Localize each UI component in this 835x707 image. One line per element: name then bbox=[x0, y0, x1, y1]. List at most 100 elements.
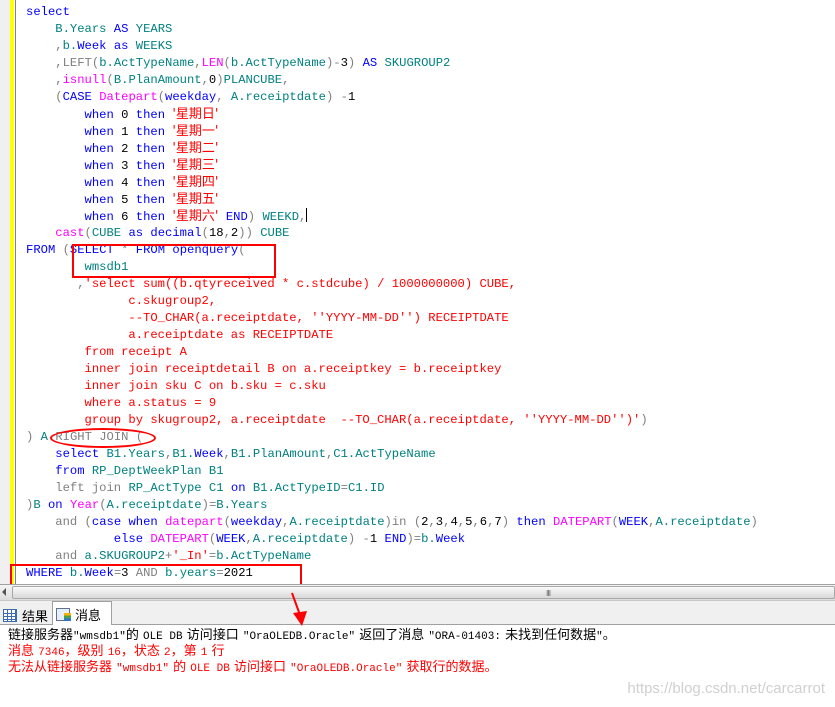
code-token: ( bbox=[157, 90, 166, 104]
code-token: 1 bbox=[347, 90, 356, 104]
tab-messages[interactable]: 消息 bbox=[52, 601, 112, 626]
code-token: A bbox=[40, 430, 48, 444]
scrollbar-thumb[interactable]: III bbox=[12, 586, 835, 599]
code-token: , bbox=[201, 73, 209, 87]
code-token: = bbox=[216, 566, 224, 580]
code-line: group by skugroup2, a.receiptdate --TO_C… bbox=[26, 412, 758, 429]
code-line: when 0 then '星期日' bbox=[26, 106, 758, 123]
code-token: cast bbox=[55, 226, 85, 240]
code-token: PLANCUBE bbox=[223, 73, 283, 87]
sql-code[interactable]: select B.Years AS YEARS ,b.Week as WEEKS… bbox=[26, 4, 758, 582]
code-token: '星期三' bbox=[172, 158, 219, 173]
code-token: ( bbox=[106, 73, 114, 87]
code-token: on bbox=[47, 498, 63, 512]
code-token: , bbox=[282, 73, 290, 87]
code-token: DATEPART bbox=[150, 532, 209, 546]
code-line: )B on Year(A.receiptdate)=B.Years bbox=[26, 497, 758, 514]
sql-query-editor[interactable]: select B.Years AS YEARS ,b.Week as WEEKS… bbox=[0, 0, 835, 584]
code-line: ,'select sum((b.qtyreceived * c.stdcube)… bbox=[26, 276, 758, 293]
code-token: A.receiptdate bbox=[289, 515, 385, 529]
code-token: WEEK bbox=[216, 532, 246, 546]
code-token: when bbox=[84, 210, 114, 224]
code-token: A.receiptdate bbox=[106, 498, 202, 512]
code-token: B bbox=[33, 498, 41, 512]
message-text: OLE DB bbox=[142, 631, 183, 643]
code-token: B.Years bbox=[55, 22, 107, 36]
code-token: B1. bbox=[172, 447, 195, 461]
code-token: B1 bbox=[208, 464, 224, 478]
code-token: ) bbox=[501, 515, 510, 529]
code-token: ( bbox=[135, 430, 144, 444]
message-text: 访问接口 bbox=[182, 628, 243, 643]
tab-results[interactable]: 结果 bbox=[0, 604, 52, 626]
code-token: C1 bbox=[208, 481, 224, 495]
message-text: "OraOLEDB.Oracle" bbox=[290, 663, 403, 675]
code-line: B.Years AS YEARS bbox=[26, 21, 758, 38]
code-token: 6 bbox=[479, 515, 488, 529]
code-token: select bbox=[26, 5, 70, 19]
code-token: B1.PlanAmount bbox=[230, 447, 326, 461]
code-token: b. bbox=[421, 532, 436, 546]
horizontal-scrollbar[interactable]: III bbox=[0, 584, 835, 600]
code-token: CUBE bbox=[260, 226, 290, 240]
code-token: when bbox=[128, 515, 158, 529]
code-line: when 3 then '星期三' bbox=[26, 157, 758, 174]
code-token: , bbox=[55, 39, 63, 53]
code-token: Week bbox=[84, 566, 114, 580]
code-token: wmsdb1 bbox=[84, 260, 129, 274]
code-token: , bbox=[55, 73, 63, 87]
message-text: 的 bbox=[168, 660, 191, 675]
code-line: ,b.Week as WEEKS bbox=[26, 38, 758, 55]
code-token: B1.ActTypeID bbox=[252, 481, 341, 495]
code-token: b.ActTypeName bbox=[216, 549, 312, 563]
code-token: when bbox=[84, 125, 114, 139]
scroll-left-arrow-icon[interactable] bbox=[2, 588, 6, 596]
code-token: WHERE bbox=[26, 566, 63, 580]
code-token: and bbox=[55, 515, 78, 529]
code-token: , bbox=[299, 210, 307, 224]
code-token: RP_ActType bbox=[128, 481, 202, 495]
code-token: then bbox=[135, 176, 166, 190]
code-token: B1.Years bbox=[106, 447, 165, 461]
code-line: inner join sku C on b.sku = c.sku bbox=[26, 378, 758, 395]
code-line: when 6 then '星期六' END) WEEKD, bbox=[26, 208, 758, 225]
code-token: , bbox=[223, 447, 231, 461]
code-token: b. bbox=[69, 566, 85, 580]
code-line: when 4 then '星期四' bbox=[26, 174, 758, 191]
gutter-divider bbox=[15, 0, 16, 584]
code-token: Datepart bbox=[99, 90, 158, 104]
code-line: c.skugroup2, bbox=[26, 293, 758, 310]
message-text: ，级别 bbox=[64, 644, 108, 659]
code-token: CUBE bbox=[91, 226, 122, 240]
message-text: 返回了消息 bbox=[355, 628, 429, 643]
code-token: left bbox=[55, 481, 85, 495]
watermark: https://blog.csdn.net/carcarrot bbox=[627, 680, 825, 697]
code-token: on bbox=[230, 481, 246, 495]
code-token: ) bbox=[216, 73, 224, 87]
code-token: then bbox=[135, 125, 166, 139]
code-line: from RP_DeptWeekPlan B1 bbox=[26, 463, 758, 480]
